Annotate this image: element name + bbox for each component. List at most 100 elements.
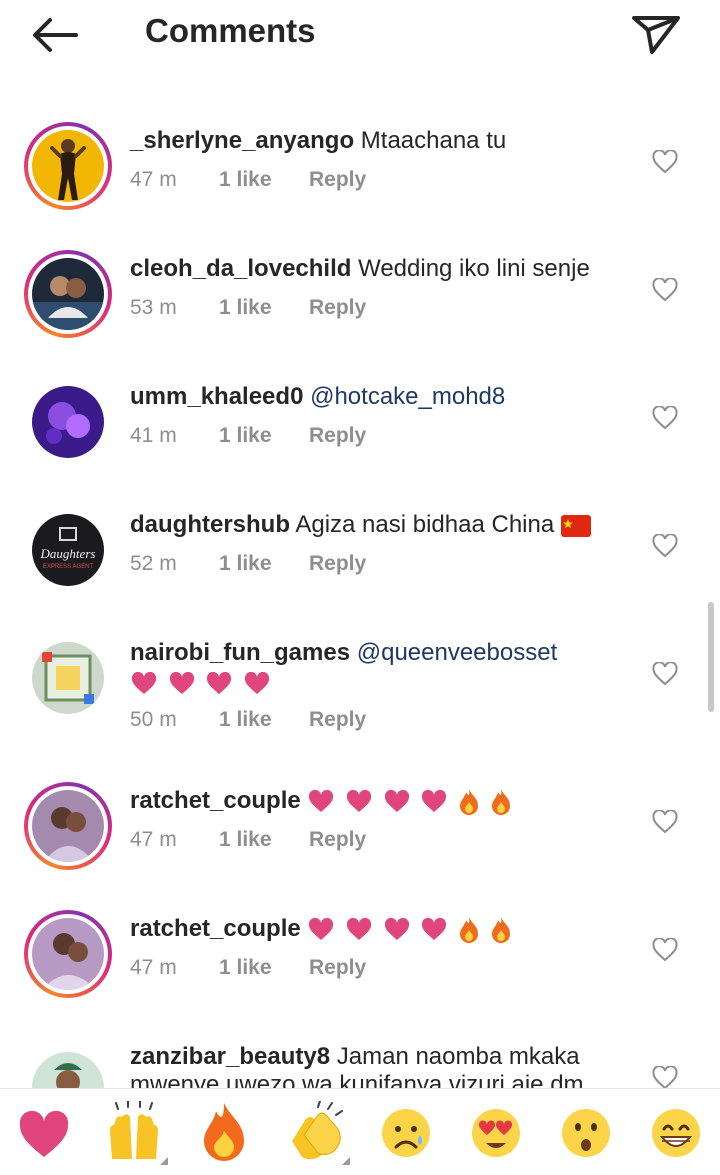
pink-heart-icon (309, 789, 334, 812)
comment-username[interactable]: _sherlyne_anyango (130, 127, 354, 154)
comment-likes[interactable]: 1 like (219, 552, 272, 576)
emoji-hushed-face-button[interactable] (552, 1101, 620, 1165)
pink-heart-icon (245, 671, 270, 694)
pink-heart-icon (347, 917, 372, 940)
pink-heart-icon (347, 789, 372, 812)
share-button[interactable] (630, 10, 682, 58)
reply-button[interactable]: Reply (309, 424, 366, 448)
avatar (32, 258, 104, 330)
comment-likes[interactable]: 1 like (219, 424, 272, 448)
comment-text-continued: mwenye uwezo wa kunifanya vizuri aje dm (130, 1071, 584, 1088)
heart-outline-icon[interactable] (652, 406, 678, 430)
frowning-face-icon (382, 1109, 430, 1157)
heart-outline-icon[interactable] (652, 1066, 678, 1088)
comment-username[interactable]: zanzibar_beauty8 (130, 1043, 330, 1070)
avatar-story-ring[interactable] (24, 782, 112, 870)
comment-mention[interactable]: @hotcake_mohd8 (310, 383, 505, 410)
avatar (32, 386, 104, 458)
heart-outline-icon[interactable] (652, 150, 678, 174)
emoji-frowning-face-button[interactable] (372, 1101, 440, 1165)
back-button[interactable] (28, 14, 84, 56)
comment-item: ratchet_couple 47 m 1 like Reply (0, 910, 720, 1030)
reply-button[interactable]: Reply (309, 296, 366, 320)
avatar-wrapper[interactable] (24, 634, 112, 722)
pink-heart-icon (384, 789, 409, 812)
comment-likes[interactable]: 1 like (219, 708, 272, 732)
comment-item: ratchet_couple 47 m 1 like Reply (0, 782, 720, 902)
comment-likes[interactable]: 1 like (219, 168, 272, 192)
emoji-raising-hands-button[interactable] (100, 1100, 168, 1165)
comment-time: 41 m (130, 424, 177, 447)
comment-time: 50 m (130, 708, 177, 731)
comment-item: _sherlyne_anyango Mtaachana tu 47 m 1 li… (0, 122, 720, 242)
fire-icon (204, 1103, 244, 1161)
reply-button[interactable]: Reply (309, 168, 366, 192)
fire-icon (491, 788, 510, 815)
emoji-grinning-face-button[interactable] (642, 1101, 710, 1165)
comment-text: Mtaachana tu (360, 127, 507, 154)
pink-heart-icon (384, 917, 409, 940)
scrollbar[interactable] (708, 602, 714, 712)
emoji-reaction-bar (0, 1088, 720, 1175)
emoji-clapping-hands-button[interactable] (282, 1100, 350, 1165)
avatar-wrapper[interactable] (24, 1044, 112, 1088)
comment-time: 53 m (130, 296, 177, 319)
heart-icon (19, 1110, 69, 1157)
comment-text: Wedding iko lini senje (358, 255, 590, 282)
comment-item: cleoh_da_lovechild Wedding iko lini senj… (0, 250, 720, 370)
avatar (32, 130, 104, 202)
heart-outline-icon[interactable] (652, 278, 678, 302)
avatar (32, 918, 104, 990)
avatar-story-ring[interactable] (24, 910, 112, 998)
comment-username[interactable]: nairobi_fun_games (130, 639, 350, 666)
grinning-face-icon (652, 1109, 700, 1157)
comment-likes[interactable]: 1 like (219, 296, 272, 320)
avatar (32, 642, 104, 714)
heart-outline-icon[interactable] (652, 662, 678, 686)
emoji-fire-button[interactable] (190, 1101, 258, 1165)
avatar-wrapper[interactable] (24, 378, 112, 466)
page-title: Comments (145, 12, 316, 49)
comment-likes[interactable]: 1 like (219, 956, 272, 980)
comment-item: nairobi_fun_games @queenveebosset 50 m 1… (0, 634, 720, 780)
comment-likes[interactable]: 1 like (219, 828, 272, 852)
hushed-face-icon (562, 1109, 610, 1157)
comment-username[interactable]: cleoh_da_lovechild (130, 255, 351, 282)
avatar-story-ring[interactable] (24, 250, 112, 338)
pink-heart-icon (422, 789, 447, 812)
comment-text: Agiza nasi bidhaa China (295, 511, 555, 538)
avatar-logo-text: Daughters (40, 546, 96, 561)
comment-item: Daughters EXPRESS AGENT daughtershub Agi… (0, 506, 720, 626)
comment-username[interactable]: daughtershub (130, 511, 290, 538)
china-flag-icon (560, 514, 591, 537)
comment-username[interactable]: ratchet_couple (130, 787, 301, 814)
comment-username[interactable]: ratchet_couple (130, 915, 301, 942)
arrow-left-icon (33, 18, 78, 52)
reply-button[interactable]: Reply (309, 552, 366, 576)
heart-outline-icon[interactable] (652, 938, 678, 962)
emoji-heart-eyes-button[interactable] (462, 1101, 530, 1165)
pink-heart-icon (131, 671, 157, 694)
comment-username[interactable]: umm_khaleed0 (130, 383, 303, 410)
reply-button[interactable]: Reply (309, 708, 366, 732)
reply-button[interactable]: Reply (309, 828, 366, 852)
heart-outline-icon[interactable] (652, 810, 678, 834)
comment-emoji-line (130, 668, 274, 698)
fire-icon (460, 916, 479, 943)
pink-heart-icon (169, 671, 194, 694)
raising-hands-icon (110, 1100, 168, 1165)
heart-outline-icon[interactable] (652, 534, 678, 558)
avatar-wrapper[interactable]: Daughters EXPRESS AGENT (24, 506, 112, 594)
fire-icon (460, 788, 479, 815)
avatar-logo-subtext: EXPRESS AGENT (43, 564, 94, 570)
header-bar: Comments (0, 0, 720, 66)
emoji-heart-button[interactable] (10, 1101, 78, 1165)
avatar-story-ring[interactable] (24, 122, 112, 210)
comment-time: 47 m (130, 168, 177, 191)
comment-time: 52 m (130, 552, 177, 575)
avatar: Daughters EXPRESS AGENT (32, 514, 104, 586)
reply-button[interactable]: Reply (309, 956, 366, 980)
comment-mention[interactable]: @queenveebosset (357, 639, 558, 666)
comment-time: 47 m (130, 828, 177, 851)
comment-item: zanzibar_beauty8 Jaman naomba mkaka mwen… (0, 1038, 720, 1088)
